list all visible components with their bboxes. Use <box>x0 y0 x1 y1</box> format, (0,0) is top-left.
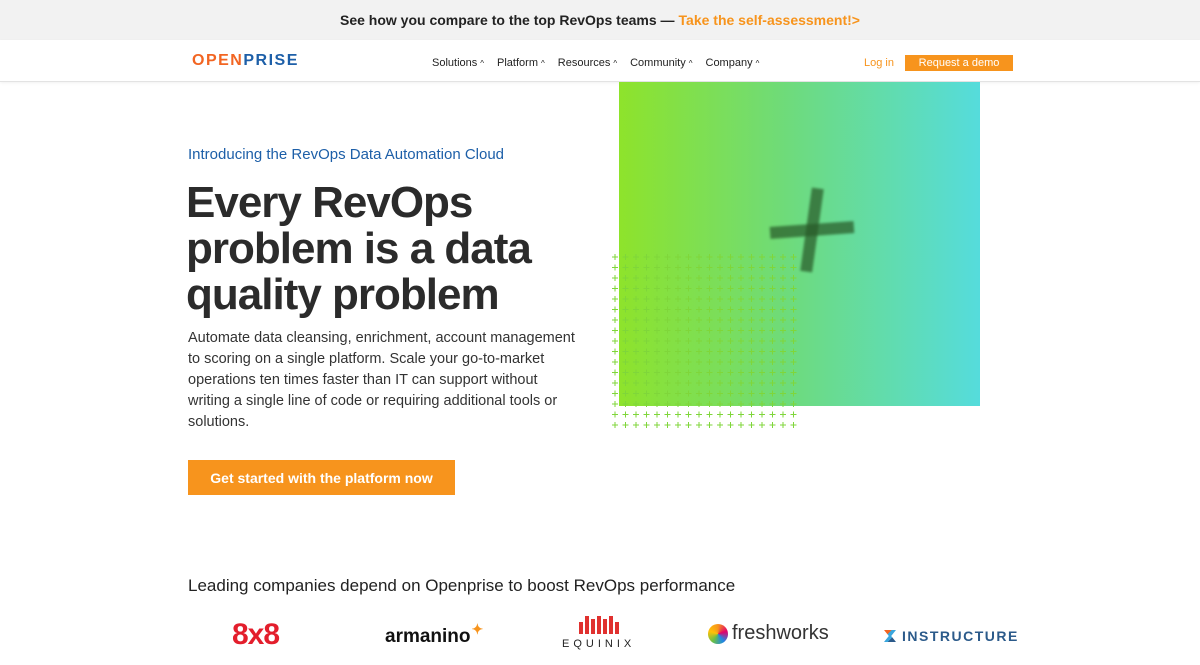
hero-intro: Introducing the RevOps Data Automation C… <box>188 146 505 163</box>
self-assessment-link[interactable]: Take the self-assessment!> <box>679 12 860 28</box>
plus-grid-pattern <box>610 252 800 432</box>
hero-illustration <box>610 82 982 432</box>
customer-logos-title: Leading companies depend on Openprise to… <box>188 576 736 595</box>
announcement-text: See how you compare to the top RevOps te… <box>340 12 675 28</box>
chevron-up-icon: ^ <box>613 58 618 68</box>
get-started-button[interactable]: Get started with the platform now <box>188 460 455 495</box>
plus-icon <box>769 187 855 273</box>
menu-item-company[interactable]: Company ^ <box>706 57 760 69</box>
logo-8x8-text: 8x8 <box>232 618 280 651</box>
menu-item-solutions[interactable]: Solutions ^ <box>432 57 484 69</box>
logo-armanino-text: armanino <box>385 626 471 647</box>
login-link[interactable]: Log in <box>864 57 894 69</box>
chevron-up-icon: ^ <box>688 58 693 68</box>
logo-equinix: EQUINIX <box>562 616 635 650</box>
equinix-bars-icon <box>578 616 619 634</box>
menu-item-community[interactable]: Community ^ <box>630 57 692 69</box>
chevron-up-icon: ^ <box>480 58 485 68</box>
openprise-logo[interactable]: OPENPRISE <box>192 52 299 70</box>
menu-item-resources[interactable]: Resources ^ <box>558 57 617 69</box>
freshworks-icon <box>708 623 728 644</box>
customer-logo-row: 8x8 armanino ✦ EQUINIX freshworks INSTRUC… <box>0 612 1200 662</box>
logo-8x8: 8x8 <box>232 618 280 652</box>
logo-instructure-text: INSTRUCTURE <box>902 628 1019 644</box>
hero-body: Automate data cleansing, enrichment, acc… <box>188 330 575 430</box>
menu-item-label: Solutions <box>432 57 478 69</box>
logo-freshworks-text: freshworks <box>732 622 829 644</box>
chevron-up-icon: ^ <box>755 58 760 68</box>
logo-freshworks: freshworks <box>708 622 829 645</box>
top-navigation: OPENPRISE Solutions ^ Platform ^ Resourc… <box>0 40 1200 82</box>
instructure-icon <box>884 630 896 642</box>
logo-instructure: INSTRUCTURE <box>884 628 1019 644</box>
request-demo-button[interactable]: Request a demo <box>905 55 1013 71</box>
menu-item-label: Platform <box>497 57 538 69</box>
menu-item-label: Community <box>630 57 686 69</box>
menu-item-label: Resources <box>557 57 611 69</box>
hero-headline: Every RevOps problem is a data quality p… <box>186 178 532 319</box>
logo-equinix-text: EQUINIX <box>562 638 636 650</box>
menu-item-platform[interactable]: Platform ^ <box>497 57 545 69</box>
announcement-bar: See how you compare to the top RevOps te… <box>0 0 1200 40</box>
chevron-up-icon: ^ <box>541 58 545 68</box>
menu-item-label: Company <box>705 57 753 69</box>
star-icon: ✦ <box>471 620 484 637</box>
logo-prise-text: PRISE <box>243 52 299 69</box>
logo-armanino: armanino ✦ <box>385 621 483 648</box>
logo-open-text: OPEN <box>192 52 244 69</box>
main-menu: Solutions ^ Platform ^ Resources ^ Commu… <box>432 57 759 69</box>
